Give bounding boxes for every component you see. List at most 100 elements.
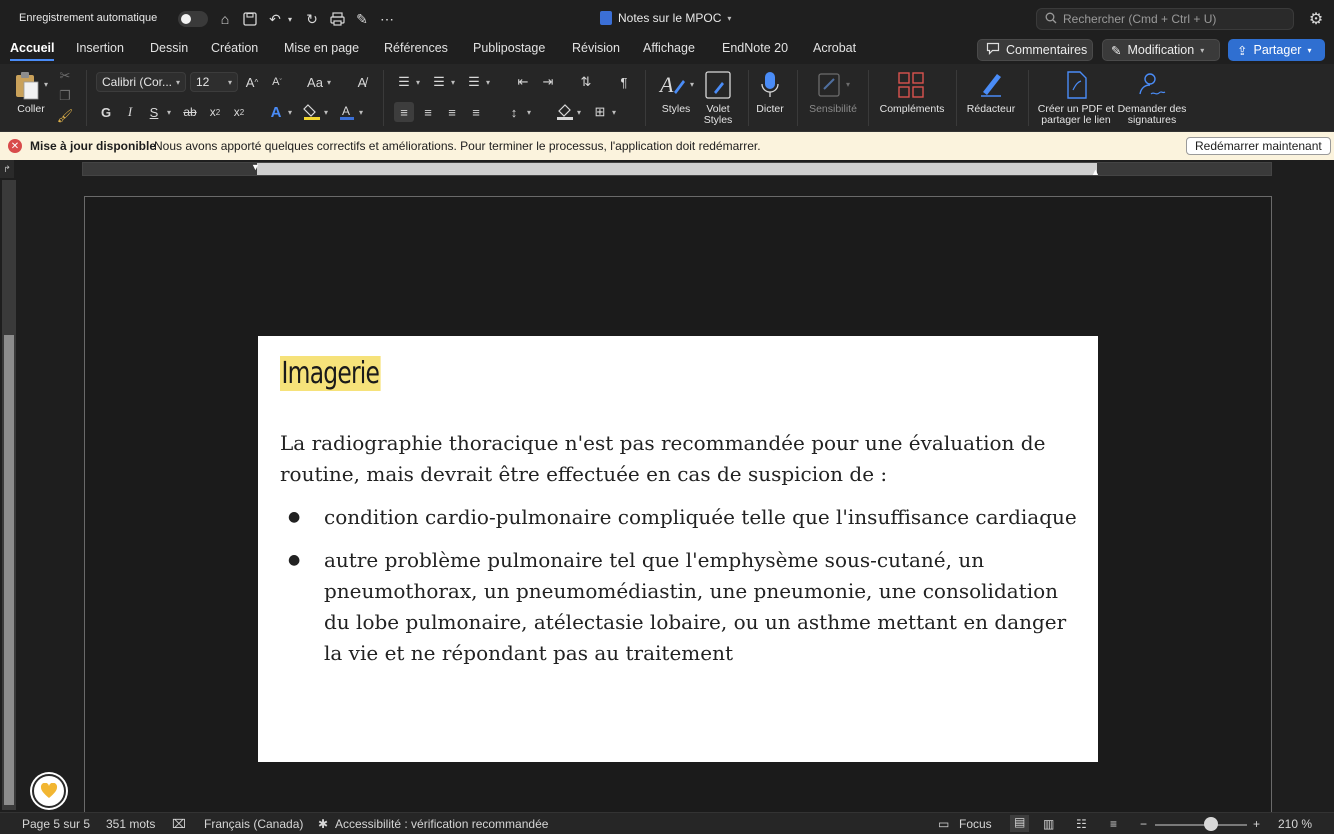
comments-button[interactable]: Commentaires [977,39,1093,61]
request-signatures-icon[interactable] [1136,68,1168,102]
clear-formatting-icon[interactable]: A̸ [352,72,372,92]
zoom-slider-handle[interactable] [1204,817,1218,831]
word-count[interactable]: 351 mots [106,817,155,831]
zoom-out-icon[interactable]: − [1140,817,1147,831]
subscript-button[interactable]: x2 [206,102,224,122]
strikethrough-button[interactable]: ab [180,102,200,122]
line-spacing-icon[interactable]: ↕ [504,102,524,122]
zoom-slider-track[interactable] [1155,824,1247,826]
proofing-icon[interactable]: ⌧ [172,817,186,831]
italic-button[interactable]: I [122,102,138,122]
close-icon[interactable]: ✕ [8,139,22,153]
embedded-slide[interactable]: Imagerie La radiographie thoracique n'es… [258,336,1098,762]
tab-mise-en-page[interactable]: Mise en page [284,41,359,55]
cut-icon[interactable]: ✂ [57,68,73,84]
vertical-ruler[interactable] [2,180,16,810]
language-indicator[interactable]: Français (Canada) [204,817,303,831]
highlight-dropdown-icon[interactable]: ▾ [324,108,328,117]
tab-creation[interactable]: Création [211,41,258,55]
more-icon[interactable]: ⋯ [376,8,398,30]
tab-revision[interactable]: Révision [572,41,620,55]
draft-view-icon[interactable]: ≡ [1110,817,1117,831]
addins-icon[interactable] [896,68,926,102]
tab-dessin[interactable]: Dessin [150,41,188,55]
shrink-font-icon[interactable]: Aˇ [268,72,286,92]
people-settings-icon[interactable]: ⚙ [1306,9,1326,29]
bullet-list-dropdown-icon[interactable]: ▾ [416,78,420,87]
tab-endnote[interactable]: EndNote 20 [722,41,788,55]
align-right-icon[interactable]: ≡ [442,102,462,122]
copy-icon[interactable]: ❐ [57,88,73,104]
styles-pane-icon[interactable] [703,69,733,101]
microphone-icon[interactable] [756,68,784,102]
multilevel-list-dropdown-icon[interactable]: ▾ [486,78,490,87]
undo-dropdown-icon[interactable]: ▾ [283,8,297,30]
text-effects-icon[interactable]: A [266,102,286,122]
change-case-icon[interactable]: Aa [305,72,325,92]
tab-affichage[interactable]: Affichage [643,41,695,55]
borders-icon[interactable]: ⊞ [590,102,610,122]
home-icon[interactable]: ⌂ [214,8,236,30]
text-effects-dropdown-icon[interactable]: ▾ [288,108,292,117]
tab-references[interactable]: Références [384,41,448,55]
font-color-dropdown-icon[interactable]: ▾ [359,108,363,117]
indent-marker-icon[interactable]: ▼ [251,162,260,172]
justify-icon[interactable]: ≡ [466,102,486,122]
styles-dropdown-icon[interactable]: ▾ [690,80,694,89]
accessibility-status[interactable]: Accessibilité : vérification recommandée [335,817,548,831]
document-title[interactable]: Notes sur le MPOC ▾ [600,11,731,25]
search-input[interactable]: Rechercher (Cmd + Ctrl + U) [1036,8,1294,30]
right-indent-marker-icon[interactable]: ▲ [1091,167,1100,177]
highlight-icon[interactable] [301,102,323,122]
increase-indent-icon[interactable]: ⇥ [538,72,558,92]
save-icon[interactable] [239,8,261,30]
numbered-list-icon[interactable]: ☰ [429,72,449,92]
format-painter-icon[interactable]: 🖌 [57,108,74,124]
superscript-button[interactable]: x2 [230,102,248,122]
redo-icon[interactable]: ↻ [301,8,323,30]
shading-icon[interactable] [554,102,576,122]
outline-view-icon[interactable]: ☷ [1076,817,1087,831]
font-size-select[interactable]: 12 ▾ [190,72,238,92]
sort-icon[interactable]: ⇅ [576,72,596,92]
paste-icon[interactable] [12,70,42,102]
decrease-indent-icon[interactable]: ⇤ [513,72,533,92]
print-layout-icon[interactable]: ▤ [1010,815,1030,832]
assistant-heart-icon[interactable] [32,774,66,808]
shading-dropdown-icon[interactable]: ▾ [577,108,581,117]
bold-button[interactable]: G [98,102,114,122]
tab-insertion[interactable]: Insertion [76,41,124,55]
tab-selector-icon[interactable]: ↱ [0,160,14,178]
page-indicator[interactable]: Page 5 sur 5 [22,817,90,831]
share-button[interactable]: ⇪ Partager ▾ [1228,39,1325,61]
restart-now-button[interactable]: Redémarrer maintenant [1186,137,1331,155]
editor-icon[interactable] [976,68,1006,102]
zoom-in-icon[interactable]: + [1253,817,1260,831]
align-left-icon[interactable]: ≡ [394,102,414,122]
tab-publipostage[interactable]: Publipostage [473,41,545,55]
font-name-select[interactable]: Calibri (Cor... ▾ [96,72,186,92]
styles-icon[interactable]: A [656,68,690,102]
paste-dropdown-icon[interactable]: ▾ [44,80,48,89]
bullet-list-icon[interactable]: ☰ [394,72,414,92]
tab-accueil[interactable]: Accueil [10,41,55,61]
numbered-list-dropdown-icon[interactable]: ▾ [451,78,455,87]
zoom-level[interactable]: 210 % [1278,817,1312,831]
underline-dropdown-icon[interactable]: ▾ [167,108,171,117]
web-layout-icon[interactable]: ▥ [1043,817,1054,831]
show-formatting-icon[interactable]: ¶ [614,72,634,92]
align-center-icon[interactable]: ≡ [418,102,438,122]
print-icon[interactable] [326,8,348,30]
edit-doc-icon[interactable]: ✎ [351,8,373,30]
underline-button[interactable]: S [146,102,162,122]
grow-font-icon[interactable]: A ^ [243,72,261,92]
autosave-toggle[interactable] [178,11,208,27]
font-color-icon[interactable]: A [337,102,357,122]
horizontal-ruler[interactable]: ▼ ▲ [82,162,1272,177]
change-case-dropdown-icon[interactable]: ▾ [327,78,331,87]
focus-button[interactable]: Focus [959,817,992,831]
editing-mode-button[interactable]: ✎ Modification ▾ [1102,39,1220,61]
multilevel-list-icon[interactable]: ☰ [464,72,484,92]
borders-dropdown-icon[interactable]: ▾ [612,108,616,117]
line-spacing-dropdown-icon[interactable]: ▾ [527,108,531,117]
